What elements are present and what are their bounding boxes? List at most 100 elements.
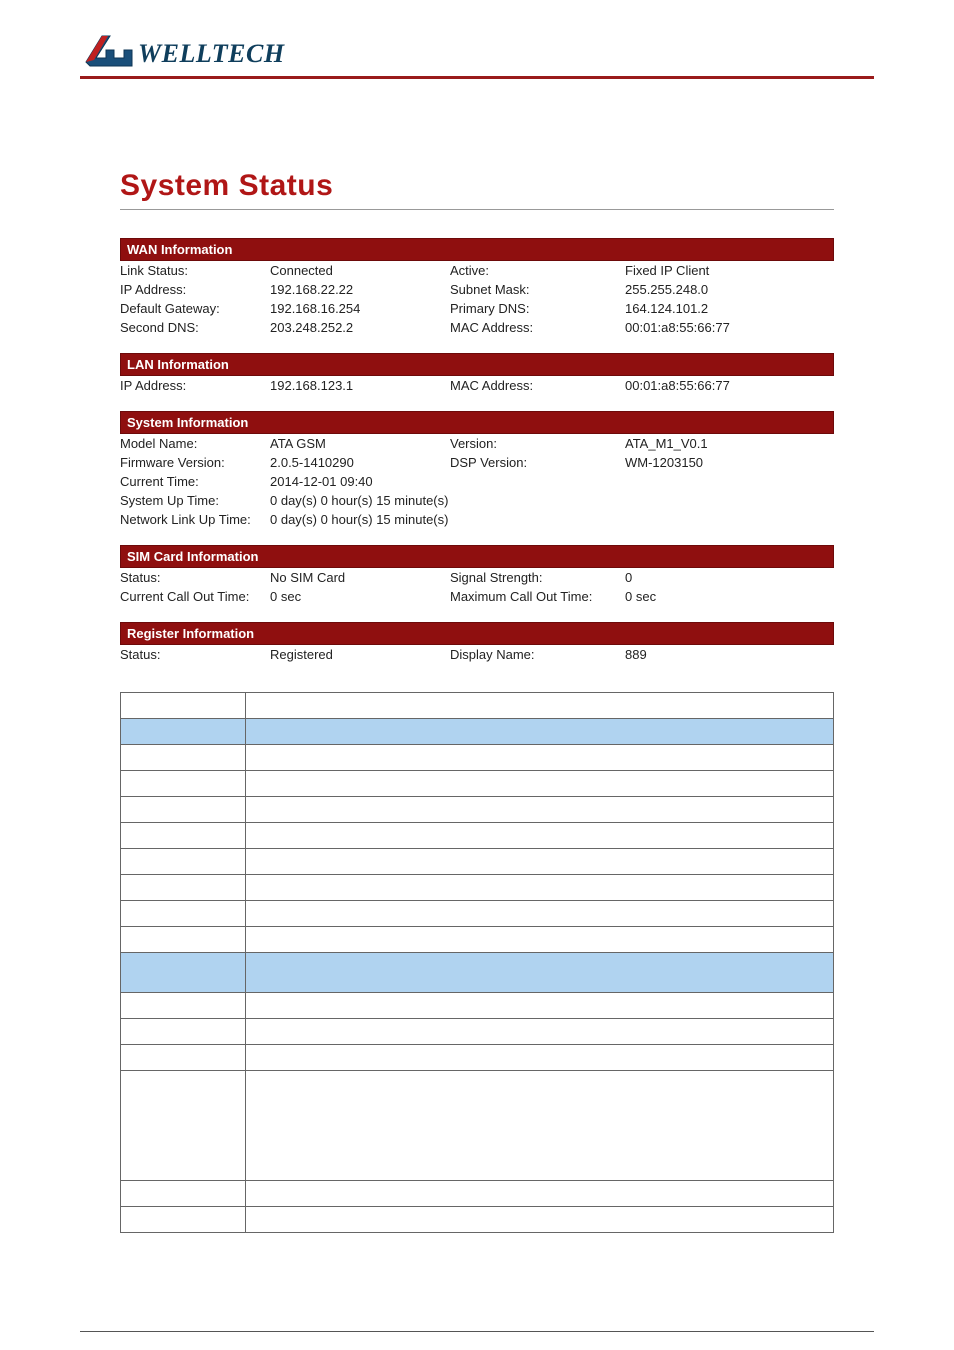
label: Subnet Mask:	[450, 280, 625, 299]
value: No SIM Card	[270, 568, 450, 587]
value: 0	[625, 568, 834, 587]
table-row	[121, 823, 834, 849]
table-row	[121, 1181, 834, 1207]
table-row	[121, 1045, 834, 1071]
value: Registered	[270, 645, 450, 664]
table-cell	[121, 993, 246, 1019]
reg-grid: Status: Registered Display Name: 889	[120, 645, 834, 664]
value: 0 day(s) 0 hour(s) 15 minute(s)	[270, 510, 834, 529]
table-cell	[246, 1045, 834, 1071]
label: Active:	[450, 261, 625, 280]
table-cell	[121, 745, 246, 771]
label: IP Address:	[120, 376, 270, 395]
table-row	[121, 849, 834, 875]
table-cell	[246, 1019, 834, 1045]
table-row	[121, 993, 834, 1019]
table-cell	[246, 993, 834, 1019]
label: Network Link Up Time:	[120, 510, 270, 529]
table-row	[121, 693, 834, 719]
label: Second DNS:	[120, 318, 270, 337]
logo: WELLTECH	[80, 30, 874, 70]
section-header-lan: LAN Information	[120, 353, 834, 376]
value: 00:01:a8:55:66:77	[625, 376, 834, 395]
table-cell	[121, 719, 246, 745]
value: Fixed IP Client	[625, 261, 834, 280]
label: MAC Address:	[450, 318, 625, 337]
label: System Up Time:	[120, 491, 270, 510]
label: MAC Address:	[450, 376, 625, 395]
table-row	[121, 1207, 834, 1233]
table-cell	[121, 953, 246, 993]
sys-grid: Model Name: ATA GSM Version: ATA_M1_V0.1…	[120, 434, 834, 529]
value: 192.168.16.254	[270, 299, 450, 318]
table-cell	[246, 875, 834, 901]
label: IP Address:	[120, 280, 270, 299]
section-header-sim: SIM Card Information	[120, 545, 834, 568]
section-header-reg: Register Information	[120, 622, 834, 645]
label: Maximum Call Out Time:	[450, 587, 625, 606]
footer-divider	[80, 1331, 874, 1332]
table-row	[121, 771, 834, 797]
table-cell	[121, 823, 246, 849]
spec-table	[120, 692, 834, 1233]
label: DSP Version:	[450, 453, 625, 472]
table-cell	[246, 1181, 834, 1207]
label: Display Name:	[450, 645, 625, 664]
value: 00:01:a8:55:66:77	[625, 318, 834, 337]
table-cell	[121, 1019, 246, 1045]
table-row	[121, 875, 834, 901]
table-cell	[121, 797, 246, 823]
value: 2014-12-01 09:40	[270, 472, 834, 491]
section-header-sys: System Information	[120, 411, 834, 434]
table-cell	[246, 1071, 834, 1181]
header-divider	[80, 76, 874, 79]
label: Status:	[120, 645, 270, 664]
value: 0 sec	[625, 587, 834, 606]
value: 2.0.5-1410290	[270, 453, 450, 472]
value: 255.255.248.0	[625, 280, 834, 299]
label: Primary DNS:	[450, 299, 625, 318]
label: Link Status:	[120, 261, 270, 280]
table-row	[121, 745, 834, 771]
table-cell	[246, 849, 834, 875]
table-cell	[246, 693, 834, 719]
value: 0 day(s) 0 hour(s) 15 minute(s)	[270, 491, 834, 510]
table-row	[121, 953, 834, 993]
value: 203.248.252.2	[270, 318, 450, 337]
table-row	[121, 927, 834, 953]
table-cell	[246, 901, 834, 927]
value: 192.168.123.1	[270, 376, 450, 395]
table-cell	[121, 1207, 246, 1233]
page-title: System Status	[120, 169, 834, 210]
lan-grid: IP Address: 192.168.123.1 MAC Address: 0…	[120, 376, 834, 395]
label: Firmware Version:	[120, 453, 270, 472]
value: ATA GSM	[270, 434, 450, 453]
table-cell	[121, 927, 246, 953]
table-cell	[121, 1045, 246, 1071]
label: Status:	[120, 568, 270, 587]
value: WM-1203150	[625, 453, 834, 472]
table-row	[121, 1019, 834, 1045]
label: Version:	[450, 434, 625, 453]
value: 0 sec	[270, 587, 450, 606]
table-cell	[121, 1181, 246, 1207]
table-cell	[246, 745, 834, 771]
table-cell	[121, 875, 246, 901]
label: Current Time:	[120, 472, 270, 491]
table-cell	[246, 927, 834, 953]
logo-text: WELLTECH	[138, 39, 285, 69]
table-cell	[121, 693, 246, 719]
wan-grid: Link Status: Connected Active: Fixed IP …	[120, 261, 834, 337]
sim-grid: Status: No SIM Card Signal Strength: 0 C…	[120, 568, 834, 606]
value: 889	[625, 645, 834, 664]
value: ATA_M1_V0.1	[625, 434, 834, 453]
table-cell	[121, 849, 246, 875]
value: Connected	[270, 261, 450, 280]
section-header-wan: WAN Information	[120, 238, 834, 261]
table-cell	[246, 823, 834, 849]
label: Model Name:	[120, 434, 270, 453]
label: Signal Strength:	[450, 568, 625, 587]
content-area: System Status WAN Information Link Statu…	[80, 169, 874, 1233]
table-cell	[246, 1207, 834, 1233]
logo-arrow-icon	[80, 30, 138, 70]
